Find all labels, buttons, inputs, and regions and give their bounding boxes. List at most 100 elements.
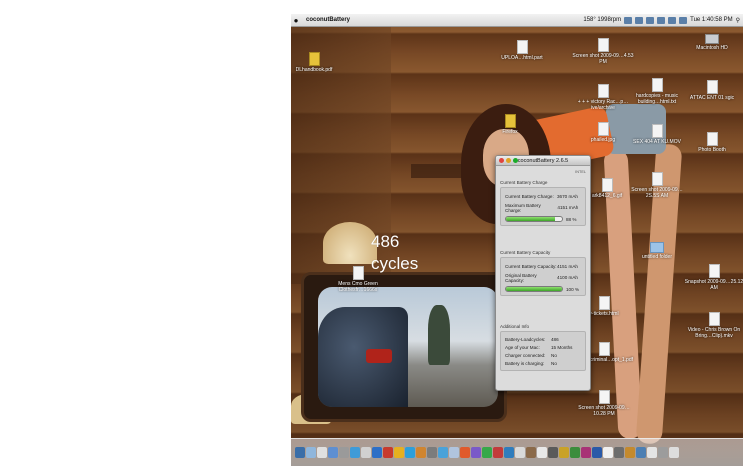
desktop-icon[interactable]: untitled folder — [626, 242, 688, 260]
charger-connected-label: Charger connected: — [505, 352, 546, 358]
wifi-icon[interactable] — [657, 16, 666, 24]
dock-app-icon[interactable] — [460, 447, 470, 458]
dock-app-icon[interactable] — [603, 447, 613, 458]
battery-charging-label: Battery is charging: — [505, 360, 545, 366]
dock-app-icon[interactable] — [636, 447, 646, 458]
dock-app-icon[interactable] — [504, 447, 514, 458]
dock-app-icon[interactable] — [581, 447, 591, 458]
fan-temp-status[interactable]: 158° 1998rpm — [583, 17, 621, 23]
dock-app-icon[interactable] — [361, 447, 371, 458]
dock-app-icon[interactable] — [548, 447, 558, 458]
dock-app-icon[interactable] — [295, 447, 305, 458]
dock-app-icon[interactable] — [427, 447, 437, 458]
pdf-file-icon — [308, 52, 320, 66]
window-titlebar[interactable]: coconutBattery 2.6.5 — [496, 156, 590, 166]
dock-app-icon[interactable] — [526, 447, 536, 458]
dock-app-icon[interactable] — [515, 447, 525, 458]
spotlight-icon[interactable]: ⚲ — [736, 17, 740, 24]
desktop-icon[interactable]: DLhandbook.pdf — [291, 52, 345, 73]
dock-app-icon[interactable] — [306, 447, 316, 458]
charge-percent: 88 % — [566, 216, 577, 222]
zoom-button[interactable] — [513, 158, 518, 163]
dock-app-icon[interactable] — [383, 447, 393, 458]
desktop-icon[interactable]: Firefox — [479, 114, 541, 135]
desktop-icon[interactable]: Screen shot 2009-09…10.28 PM — [573, 390, 635, 417]
battery-icon[interactable] — [679, 16, 688, 24]
dock-app-icon[interactable] — [350, 447, 360, 458]
dock-app-icon[interactable] — [570, 447, 580, 458]
desktop-icon[interactable]: phailed.jpg — [572, 122, 634, 143]
dock-app-icon[interactable] — [658, 447, 668, 458]
volume-icon[interactable] — [668, 16, 677, 24]
cycle-count-value: 486 — [371, 232, 400, 251]
dock-app-icon[interactable] — [339, 447, 349, 458]
document-icon — [516, 40, 528, 54]
dock-app-icon[interactable] — [317, 447, 327, 458]
dock-app-icon[interactable] — [592, 447, 602, 458]
wallpaper-tree — [428, 305, 450, 365]
desktop-icon[interactable]: Video - Chris Brown On Bring…Clip).mkv — [683, 312, 743, 339]
status-icon-2[interactable] — [635, 16, 644, 24]
desktop-icon-label: DLhandbook.pdf — [295, 67, 333, 73]
dock-app-icon[interactable] — [482, 447, 492, 458]
dock-app-icon[interactable] — [328, 447, 338, 458]
wallpaper-book — [323, 222, 377, 264]
dock-app-icon[interactable] — [471, 447, 481, 458]
menu-bar: ● coconutBattery 158° 1998rpm Tue 1:40:5… — [291, 14, 743, 27]
capacity-heading: Current Battery Capacity — [500, 250, 551, 255]
desktop-icon-label: untitled folder — [641, 254, 673, 260]
current-charge-row: Current Battery Charge: 3670 mAh — [505, 191, 581, 202]
dock-app-icon[interactable] — [449, 447, 459, 458]
desktop-icon-label: hardcopies - music building…html.txt — [636, 93, 678, 105]
hard-drive-icon — [705, 34, 719, 44]
dock-app-icon[interactable] — [559, 447, 569, 458]
wallpaper-tv-screen — [318, 287, 498, 407]
apple-menu-icon[interactable]: ● — [291, 16, 301, 25]
battery-charging-value: No — [551, 360, 557, 366]
close-button[interactable] — [499, 158, 504, 163]
capacity-bar — [505, 286, 563, 292]
desktop-icon[interactable]: Snapshot 2009-09…25.12 AM — [683, 264, 743, 291]
dock-app-icon[interactable] — [537, 447, 547, 458]
info-row: Battery is charging: No — [505, 359, 581, 367]
dock-app-icon[interactable] — [647, 447, 657, 458]
desktop-icon[interactable]: Screen shot 2009-09…4.53 PM — [572, 38, 634, 65]
document-icon — [598, 296, 610, 310]
window-title: coconutBattery 2.6.5 — [517, 158, 569, 164]
image-file-icon — [597, 122, 609, 136]
dock-app-icon[interactable] — [493, 447, 503, 458]
minimize-button[interactable] — [506, 158, 511, 163]
charge-heading: Current Battery Charge — [500, 180, 548, 185]
coconutbattery-window[interactable]: coconutBattery 2.6.5 INTEL Current Batte… — [495, 155, 591, 391]
desktop-icon[interactable]: + + + victory Rac…p…ive/archive — [572, 84, 634, 111]
dock-app-icon[interactable] — [405, 447, 415, 458]
dock-app-icon[interactable] — [625, 447, 635, 458]
firefox-icon — [504, 114, 516, 128]
info-section: Additional Info Battery-Loadcycles: 486 … — [500, 324, 586, 371]
info-row: Age of your Mac: 15 Months — [505, 343, 581, 351]
desktop-icon[interactable]: ATTAC ENT 01 sgic — [681, 80, 743, 101]
menu-app-name[interactable]: coconutBattery — [301, 17, 355, 23]
video-file-icon — [708, 312, 720, 326]
charge-section: Current Battery Charge Current Battery C… — [500, 180, 586, 226]
desktop-icon-label: Screen shot 2009-09…4.53 PM — [572, 53, 634, 65]
dock-app-icon[interactable] — [394, 447, 404, 458]
desktop-icon[interactable]: Macintosh HD — [681, 34, 743, 51]
capacity-percent: 100 % — [566, 286, 580, 292]
status-icon-1[interactable] — [624, 16, 633, 24]
dock-app-icon[interactable] — [669, 447, 679, 458]
desktop-icon[interactable]: Screen shot 2009-09…2S.5S AM — [626, 172, 688, 199]
dock-app-icon[interactable] — [372, 447, 382, 458]
desktop-icon-label: SEX 404 AT KU.MOV — [633, 139, 681, 145]
desktop-icon[interactable]: UPLOA…html.part — [491, 40, 553, 61]
dock-app-icon[interactable] — [614, 447, 624, 458]
status-icon-3[interactable] — [646, 16, 655, 24]
desktop-icon[interactable]: hardcopies - music building…html.txt — [626, 78, 688, 105]
document-icon — [597, 38, 609, 52]
current-charge-value: 3670 mAh — [557, 194, 578, 199]
menu-clock[interactable]: Tue 1:40:58 PM — [690, 17, 732, 23]
desktop-icon[interactable]: SEX 404 AT KU.MOV — [626, 124, 688, 145]
desktop-icon[interactable]: Photo Booth — [681, 132, 743, 153]
dock-app-icon[interactable] — [416, 447, 426, 458]
dock-app-icon[interactable] — [438, 447, 448, 458]
